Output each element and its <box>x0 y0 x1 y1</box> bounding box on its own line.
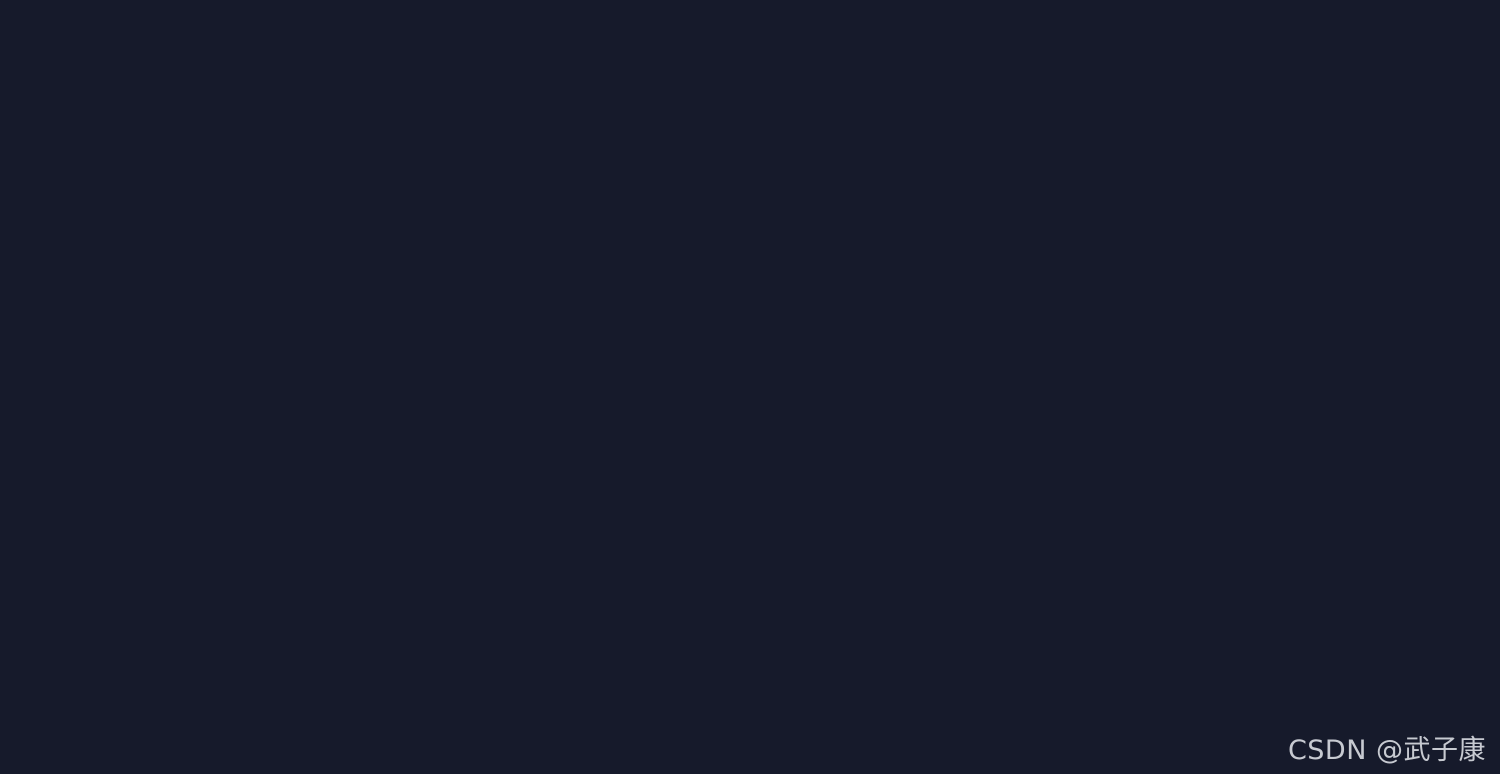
terminal-line-command: root@h122:/opt/servers/apache-kylin-3.1.… <box>4 103 1500 138</box>
terminal-window[interactable]: root@h122:/opt/servers/apache-kylin-3.1.… <box>0 0 1500 774</box>
terminal-line-status: Retrieving hadoop conf dir... <box>4 243 1500 278</box>
csdn-watermark: CSDN @武子康 <box>1287 735 1486 766</box>
terminal-line-status: Checking HBase <box>4 663 1500 698</box>
terminal-output: root@h122:/opt/servers/apache-kylin-3.1.… <box>4 0 1500 774</box>
terminal-line-progress: ........................................… <box>4 383 1500 418</box>
terminal-line-status: KYLIN_HOME is set to /opt/servers/apache… <box>4 523 1500 558</box>
